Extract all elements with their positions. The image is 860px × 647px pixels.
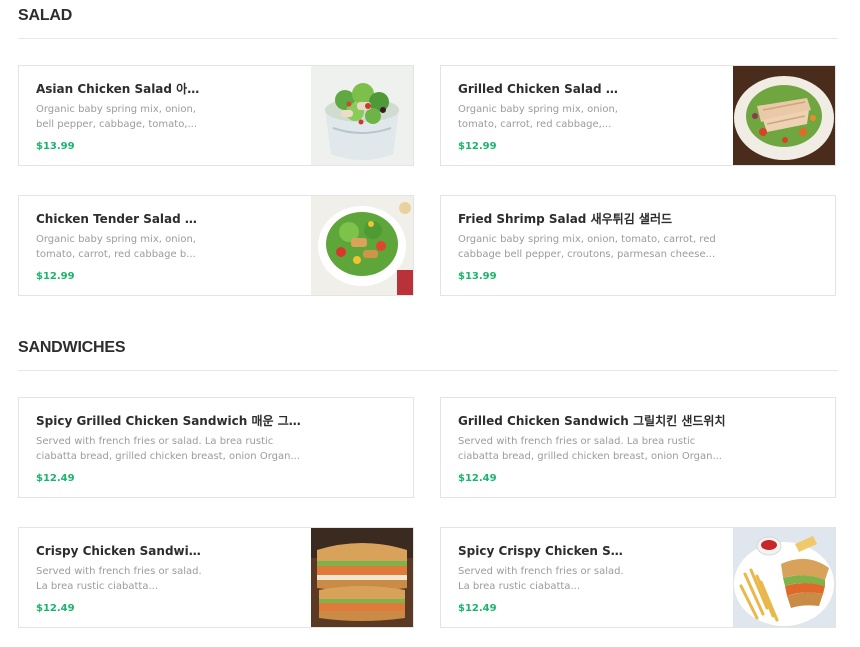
menu-item-description: Served with french fries or salad. La br… [458, 436, 722, 462]
menu-item-price: $12.49 [458, 603, 497, 614]
menu-item-description: Served with french fries or salad. La br… [36, 566, 202, 592]
menu-item-name: Grilled Chicken Sandwich 그릴치킨 샌드위치 [458, 414, 726, 428]
section-title: SANDWICHES [18, 339, 126, 356]
menu-item-card[interactable]: Spicy Crispy Chicken Sand... Served with… [440, 527, 836, 628]
menu-section-salad: SALAD Asian Chicken Salad 아시안 ... Organi… [18, 6, 838, 306]
crispy-chicken-sandwich-photo [311, 528, 413, 627]
asian-chicken-salad-photo [311, 66, 413, 165]
menu-item-name: Spicy Grilled Chicken Sandwich 매운 그릴치킨 .… [36, 414, 306, 428]
menu-item-description: Organic baby spring mix, onion, tomato, … [458, 234, 716, 260]
menu-item-name: Chicken Tender Salad 치킨... [36, 212, 206, 226]
spicy-crispy-chicken-sandwich-photo [733, 528, 835, 627]
menu-item-text: Chicken Tender Salad 치킨... Organic baby … [36, 211, 308, 284]
menu-item-card[interactable]: Grilled Chicken Sandwich 그릴치킨 샌드위치 Serve… [440, 397, 836, 498]
menu-item-card[interactable]: Spicy Grilled Chicken Sandwich 매운 그릴치킨 .… [18, 397, 414, 498]
menu-item-price: $13.99 [36, 141, 75, 152]
grilled-chicken-salad-photo [733, 66, 835, 165]
menu-item-description: Organic baby spring mix, onion, tomato, … [36, 234, 196, 260]
menu-item-name: Spicy Crispy Chicken Sand... [458, 544, 628, 558]
menu-item-text: Fried Shrimp Salad 새우튀김 샐러드 Organic baby… [458, 211, 818, 284]
section-divider [18, 370, 838, 371]
menu-item-price: $12.49 [458, 473, 497, 484]
menu-item-price: $12.99 [36, 271, 75, 282]
menu-item-text: Spicy Crispy Chicken Sand... Served with… [458, 543, 730, 616]
menu-item-text: Spicy Grilled Chicken Sandwich 매운 그릴치킨 .… [36, 413, 396, 486]
menu-item-description: Served with french fries or salad. La br… [36, 436, 300, 462]
menu-item-card[interactable]: Grilled Chicken Salad 그릴... Organic baby… [440, 65, 836, 166]
menu-item-name: Crispy Chicken Sandwich ... [36, 544, 206, 558]
chicken-tender-salad-photo [311, 196, 413, 295]
menu-item-card[interactable]: Crispy Chicken Sandwich ... Served with … [18, 527, 414, 628]
menu-item-text: Grilled Chicken Salad 그릴... Organic baby… [458, 81, 730, 154]
menu-item-name: Fried Shrimp Salad 새우튀김 샐러드 [458, 212, 673, 226]
menu-item-name: Grilled Chicken Salad 그릴... [458, 82, 628, 96]
menu-item-card[interactable]: Fried Shrimp Salad 새우튀김 샐러드 Organic baby… [440, 195, 836, 296]
section-title: SALAD [18, 7, 73, 24]
menu-item-price: $12.49 [36, 603, 75, 614]
menu-section-sandwiches: SANDWICHES Spicy Grilled Chicken Sandwic… [18, 338, 838, 638]
menu-item-description: Served with french fries or salad. La br… [458, 566, 624, 592]
menu-item-text: Asian Chicken Salad 아시안 ... Organic baby… [36, 81, 308, 154]
menu-item-text: Crispy Chicken Sandwich ... Served with … [36, 543, 308, 616]
menu-item-description: Organic baby spring mix, onion, bell pep… [36, 104, 198, 130]
menu-item-price: $12.49 [36, 473, 75, 484]
menu-item-price: $13.99 [458, 271, 497, 282]
menu-item-text: Grilled Chicken Sandwich 그릴치킨 샌드위치 Serve… [458, 413, 818, 486]
menu-item-name: Asian Chicken Salad 아시안 ... [36, 82, 206, 96]
menu-item-card[interactable]: Asian Chicken Salad 아시안 ... Organic baby… [18, 65, 414, 166]
menu-item-price: $12.99 [458, 141, 497, 152]
menu-item-card[interactable]: Chicken Tender Salad 치킨... Organic baby … [18, 195, 414, 296]
menu-item-description: Organic baby spring mix, onion, tomato, … [458, 104, 618, 130]
section-divider [18, 38, 838, 39]
